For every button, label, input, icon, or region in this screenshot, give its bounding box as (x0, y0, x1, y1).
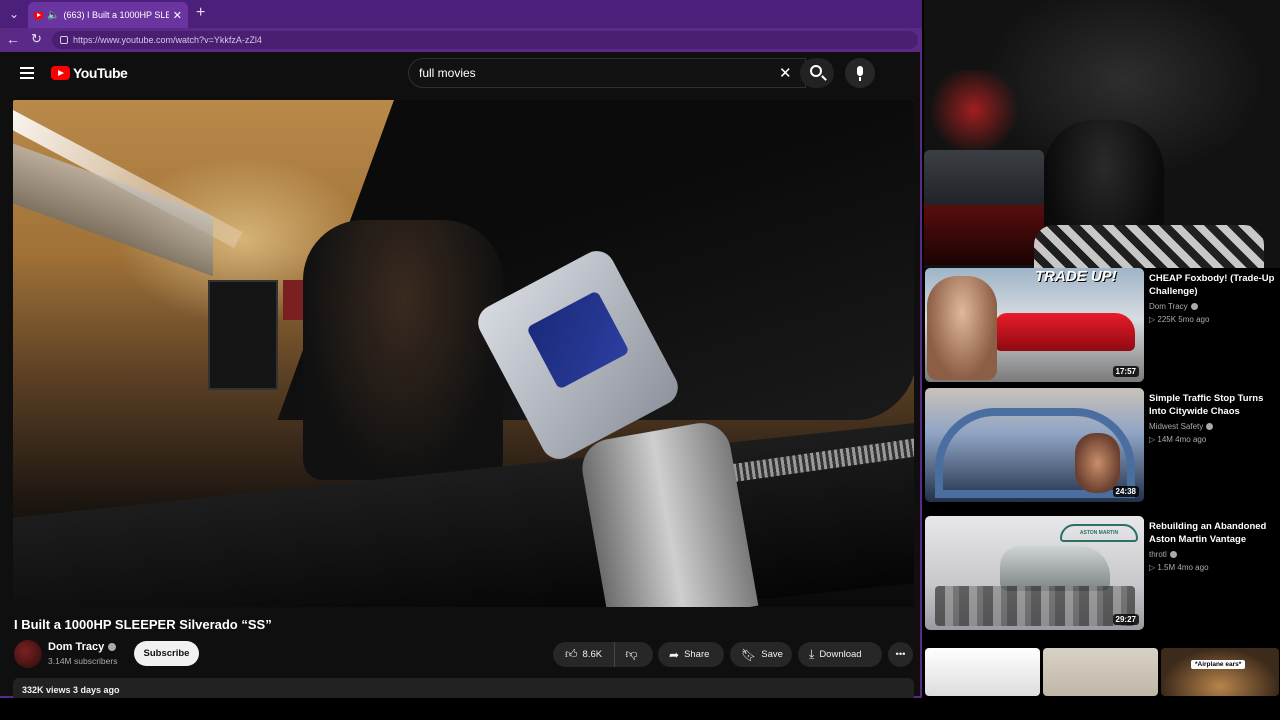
video-thumbnail[interactable]: 24:38 (925, 388, 1144, 502)
search-icon (810, 65, 822, 77)
menu-icon[interactable] (20, 67, 34, 79)
rec-title[interactable]: Rebuilding an Abandoned Aston Martin Van… (1149, 520, 1279, 546)
youtube-logo[interactable]: YouTube (51, 65, 128, 81)
share-button[interactable]: ➦ Share (658, 642, 724, 667)
channel-name-text: Dom Tracy (48, 641, 105, 653)
rec-channel-text: Midwest Safety (1149, 422, 1204, 431)
thumb-face (1075, 433, 1120, 493)
bookmark-icon: 🔖︎ (741, 647, 757, 662)
video-thumbnail[interactable] (1043, 648, 1158, 696)
webcam-red-light (924, 70, 1024, 150)
rec-channel[interactable]: throtl (1149, 550, 1177, 559)
webcam-overlay (924, 0, 1280, 268)
list-item[interactable]: 24:38 Simple Traffic Stop Turns Into Cit… (924, 388, 1280, 508)
youtube-masthead: YouTube full movies ✕ (0, 52, 920, 96)
close-icon[interactable]: ✕ (173, 9, 182, 22)
thumb-car (1000, 546, 1110, 591)
video-thumbnail[interactable]: *Airplane ears* (1161, 648, 1279, 696)
thumb-brand-badge: ASTON MARTIN (1060, 524, 1138, 542)
lock-icon[interactable] (60, 36, 68, 44)
video-thumbnail[interactable] (925, 648, 1040, 696)
share-icon: ➦ (669, 647, 680, 662)
download-icon: ⤓ (809, 647, 815, 661)
video-player[interactable] (13, 100, 914, 607)
thumb-parts (935, 586, 1135, 626)
list-item[interactable]: ASTON MARTIN 29:27 Rebuilding an Abandon… (924, 516, 1280, 636)
thumb-car (995, 313, 1135, 351)
address-bar: ← ↻ https://www.youtube.com/watch?v=Ykkf… (0, 28, 922, 52)
avatar[interactable] (14, 640, 42, 668)
more-icon: ••• (895, 649, 906, 660)
tab-youtube[interactable]: 🔈 (663) I Built a 1000HP SLEEPE ✕ (28, 2, 188, 28)
duration-badge: 29:27 (1112, 614, 1139, 625)
list-item[interactable]: TRADE UP! 17:57 CHEAP Foxbody! (Trade-Up… (924, 268, 1280, 388)
like-count: 8.6K (582, 649, 603, 660)
new-tab-icon[interactable]: + (196, 4, 205, 22)
rec-meta: ▷ 14M 4mo ago (1149, 435, 1207, 444)
tab-dropdown-icon[interactable]: ⌄ (5, 5, 23, 23)
rec-channel-text: throtl (1149, 550, 1167, 559)
share-label: Share (684, 649, 710, 660)
verified-icon (1169, 551, 1177, 559)
clear-icon[interactable]: ✕ (779, 64, 792, 82)
webcam-blanket (1034, 225, 1264, 268)
thumb-caption: *Airplane ears* (1191, 660, 1246, 669)
dislike-button[interactable]: 👎︎ (615, 647, 653, 662)
mic-icon (857, 66, 863, 81)
description-box[interactable] (13, 678, 914, 698)
voice-search-button[interactable] (845, 58, 875, 88)
subscribe-button[interactable]: Subscribe (134, 641, 199, 666)
like-dislike-group: 👍︎ 8.6K 👎︎ (553, 642, 653, 667)
thumbs-up-icon: 👍︎ (565, 647, 578, 661)
verified-icon (108, 643, 117, 652)
scene-poster (208, 280, 278, 390)
rec-title[interactable]: Simple Traffic Stop Turns Into Citywide … (1149, 392, 1279, 418)
youtube-favicon-icon (34, 11, 43, 19)
channel-name[interactable]: Dom Tracy (48, 641, 117, 653)
download-label: Download (819, 649, 862, 660)
speaker-icon[interactable]: 🔈 (47, 10, 59, 21)
back-icon[interactable]: ← (6, 31, 20, 47)
tab-bar: ⌄ 🔈 (663) I Built a 1000HP SLEEPE ✕ + (0, 0, 922, 28)
thumb-face (927, 276, 997, 380)
save-button[interactable]: 🔖︎ Save (730, 642, 792, 667)
webcam-bed (924, 150, 1044, 210)
url-text: https://www.youtube.com/watch?v=YkkfzA-z… (73, 35, 262, 45)
youtube-play-icon (51, 66, 70, 80)
more-actions-button[interactable]: ••• (888, 642, 913, 667)
duration-badge: 17:57 (1112, 366, 1139, 377)
video-thumbnail[interactable]: TRADE UP! 17:57 (925, 268, 1144, 382)
download-button[interactable]: ⤓ Download (798, 642, 882, 667)
verified-icon (1190, 303, 1198, 311)
rec-meta: ▷ 1.5M 4mo ago (1149, 563, 1209, 572)
scene-person (303, 220, 503, 480)
verified-icon (1206, 423, 1214, 431)
video-thumbnail[interactable]: ASTON MARTIN 29:27 (925, 516, 1144, 630)
views-and-date: 332K views 3 days ago (22, 685, 120, 695)
search-button[interactable] (800, 58, 834, 88)
url-field[interactable]: https://www.youtube.com/watch?v=YkkfzA-z… (52, 31, 918, 49)
search-input[interactable]: full movies (408, 58, 806, 88)
save-label: Save (761, 649, 783, 660)
duration-badge: 24:38 (1112, 486, 1139, 497)
subscriber-count: 3.14M subscribers (48, 656, 118, 666)
reload-icon[interactable]: ↻ (31, 31, 42, 47)
rec-channel-text: Dom Tracy (1149, 302, 1188, 311)
rec-channel[interactable]: Dom Tracy (1149, 302, 1198, 311)
video-title: I Built a 1000HP SLEEPER Silverado “SS” (14, 617, 272, 632)
tab-title: (663) I Built a 1000HP SLEEPE (63, 10, 169, 20)
like-button[interactable]: 👍︎ 8.6K (553, 642, 615, 667)
logo-text: YouTube (73, 65, 128, 81)
thumb-caption: TRADE UP! (1035, 268, 1117, 285)
more-recommendations: *Airplane ears* (924, 648, 1280, 698)
rec-title[interactable]: CHEAP Foxbody! (Trade-Up Challenge) (1149, 272, 1279, 298)
search-value: full movies (419, 66, 476, 80)
rec-meta: ▷ 225K 5mo ago (1149, 315, 1210, 324)
browser-window: ⌄ 🔈 (663) I Built a 1000HP SLEEPE ✕ + ← … (0, 0, 922, 698)
thumbs-down-icon: 👎︎ (625, 647, 638, 661)
rec-channel[interactable]: Midwest Safety (1149, 422, 1214, 431)
